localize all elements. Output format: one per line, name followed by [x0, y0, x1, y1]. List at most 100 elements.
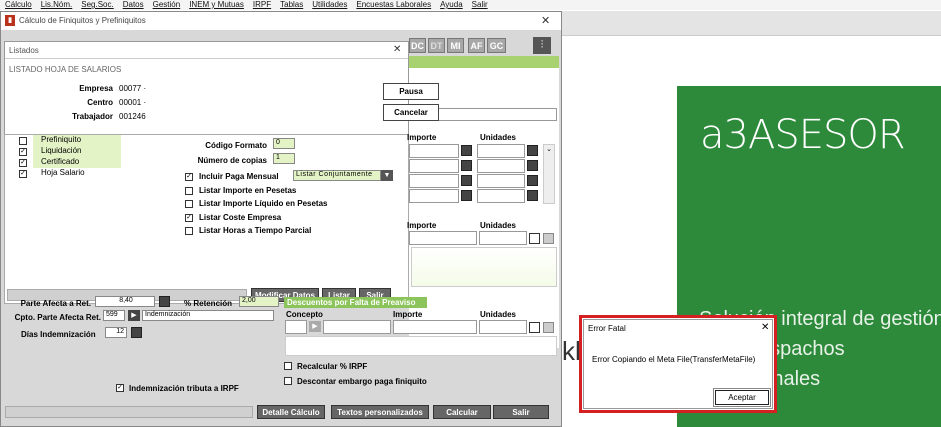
paga-mode-select[interactable]: Listar Conjuntamente	[293, 170, 381, 181]
edit-icon[interactable]	[461, 145, 472, 156]
grid-cell[interactable]	[477, 144, 525, 158]
edit-icon[interactable]	[527, 190, 538, 201]
close-icon[interactable]: ✕	[541, 14, 550, 27]
doc-type-checkbox[interactable]: ✓	[19, 170, 27, 178]
play-icon[interactable]: ▶	[309, 321, 321, 332]
descuentos-text-area[interactable]	[285, 336, 557, 356]
menu-item[interactable]: Utilidades	[312, 0, 347, 10]
listados-title: Listados	[9, 46, 39, 55]
grid-cell[interactable]	[477, 189, 525, 203]
listar-liquido-label: Listar Importe Líquido en Pesetas	[199, 199, 328, 208]
grid-cell[interactable]	[477, 159, 525, 173]
grid-scrollbar[interactable]: ⌄	[543, 144, 555, 204]
toolbar-button-dt[interactable]: DT	[428, 38, 445, 53]
menu-item[interactable]: IRPF	[253, 0, 271, 10]
textos-personalizados-button[interactable]: Textos personalizados	[331, 405, 429, 419]
delete-icon[interactable]	[543, 233, 554, 244]
settings-sliders-icon[interactable]: ⫶	[533, 37, 551, 54]
incluir-paga-checkbox[interactable]: ✓	[185, 173, 193, 181]
doc-type-label: Hoja Salario	[33, 168, 121, 179]
trabajador-value: 001246	[119, 112, 146, 121]
menu-item[interactable]: Gestión	[153, 0, 181, 10]
menu-item[interactable]: Ayuda	[440, 0, 463, 10]
listar-horas-checkbox[interactable]	[185, 227, 193, 235]
grid-cell[interactable]	[409, 174, 459, 188]
aceptar-button[interactable]: Aceptar	[713, 388, 771, 407]
square-icon[interactable]	[529, 322, 540, 333]
descontar-embargo-checkbox[interactable]	[284, 377, 292, 385]
listados-dialog: Listados ✕ LISTADO HOJA DE SALARIOS Empr…	[4, 41, 439, 135]
unidades-header-3: Unidades	[480, 310, 517, 319]
cpto-code-field[interactable]: 599	[103, 310, 125, 321]
grid-cell[interactable]	[409, 159, 459, 173]
dias-indemnizacion-field[interactable]: 12	[105, 327, 127, 338]
codigo-formato-field[interactable]: 0	[273, 138, 295, 149]
square-icon[interactable]	[529, 233, 540, 244]
numero-copias-field[interactable]: 1	[273, 153, 295, 164]
detalle-calculo-button[interactable]: Detalle Cálculo	[257, 405, 325, 419]
indemnizacion-irpf-checkbox[interactable]: ✓	[116, 384, 124, 392]
chevron-down-icon[interactable]: ▼	[381, 170, 393, 181]
text-area[interactable]	[411, 247, 557, 287]
parte-afecta-field[interactable]: 8,40	[95, 296, 155, 307]
toolbar-button-dc[interactable]: DC	[409, 38, 426, 53]
grid-cell[interactable]	[409, 231, 477, 245]
doc-type-checkbox[interactable]: ✓	[19, 148, 27, 156]
menu-item[interactable]: Salir	[472, 0, 488, 10]
salir-button[interactable]: Salir	[493, 405, 549, 419]
edit-icon[interactable]	[527, 175, 538, 186]
grid-cell[interactable]	[323, 320, 391, 334]
indemnizacion-irpf-label: Indemnización tributa a IRPF	[129, 384, 239, 393]
importe-header-3: Importe	[393, 310, 423, 319]
descuentos-tab[interactable]: Descuentos por Falta de Preaviso	[284, 297, 427, 308]
edit-icon[interactable]	[527, 160, 538, 171]
cancelar-button[interactable]: Cancelar	[383, 104, 439, 121]
listar-coste-checkbox[interactable]: ✓	[185, 214, 193, 222]
parte-afecta-label: Parte Afecta a Ret.	[20, 299, 91, 308]
listar-horas-label: Listar Horas a Tiempo Parcial	[199, 226, 312, 235]
listar-liquido-checkbox[interactable]	[185, 200, 193, 208]
grid-cell[interactable]	[393, 320, 477, 334]
menu-item[interactable]: Cálculo	[5, 0, 32, 10]
doc-type-checkbox[interactable]: ✓	[19, 159, 27, 167]
menu-item[interactable]: Seg.Soc.	[81, 0, 113, 10]
grid-cell[interactable]	[477, 174, 525, 188]
close-icon[interactable]: ✕	[393, 44, 401, 55]
grid-cell[interactable]	[409, 189, 459, 203]
edit-icon[interactable]	[131, 327, 142, 338]
retencion-label: % Retención	[184, 299, 233, 308]
error-dialog-title: Error Fatal	[588, 324, 626, 333]
menu-item[interactable]: Tablas	[280, 0, 303, 10]
edit-icon[interactable]	[461, 190, 472, 201]
edit-icon[interactable]	[527, 145, 538, 156]
close-icon[interactable]: ✕	[761, 322, 769, 333]
menu-item[interactable]: Encuestas Laborales	[356, 0, 431, 10]
cpto-description-field[interactable]: Indemnización	[142, 310, 274, 321]
background-toolbar-strip	[562, 11, 941, 36]
window-titlebar: ▮ Cálculo de Finiquitos y Prefiniquitos …	[1, 12, 561, 30]
pausa-button[interactable]: Pausa	[383, 83, 439, 100]
edit-icon[interactable]	[159, 296, 170, 307]
recalcular-irpf-checkbox[interactable]	[284, 362, 292, 370]
concepts-grid: ⌄	[409, 144, 559, 224]
listar-pesetas-checkbox[interactable]	[185, 187, 193, 195]
edit-icon[interactable]	[461, 160, 472, 171]
delete-icon[interactable]	[543, 322, 554, 333]
calcular-button[interactable]: Calcular	[433, 405, 491, 419]
grid-cell[interactable]	[285, 320, 307, 334]
listados-titlebar: Listados ✕	[5, 42, 408, 59]
menu-item[interactable]: Lis.Nóm.	[41, 0, 73, 10]
play-icon[interactable]: ▶	[128, 310, 140, 321]
toolbar-button-af[interactable]: AF	[468, 38, 485, 53]
menu-item[interactable]: Datos	[123, 0, 144, 10]
retencion-field[interactable]: 2,00	[239, 296, 279, 307]
menu-item[interactable]: INEM y Mutuas	[189, 0, 244, 10]
toolbar-button-gc[interactable]: GC	[487, 38, 506, 53]
toolbar-button-mi[interactable]: MI	[447, 38, 464, 53]
doc-type-checkbox[interactable]	[19, 137, 27, 145]
edit-icon[interactable]	[461, 175, 472, 186]
listados-heading: LISTADO HOJA DE SALARIOS	[9, 65, 122, 74]
grid-cell[interactable]	[479, 320, 527, 334]
grid-cell[interactable]	[479, 231, 527, 245]
grid-cell[interactable]	[409, 144, 459, 158]
